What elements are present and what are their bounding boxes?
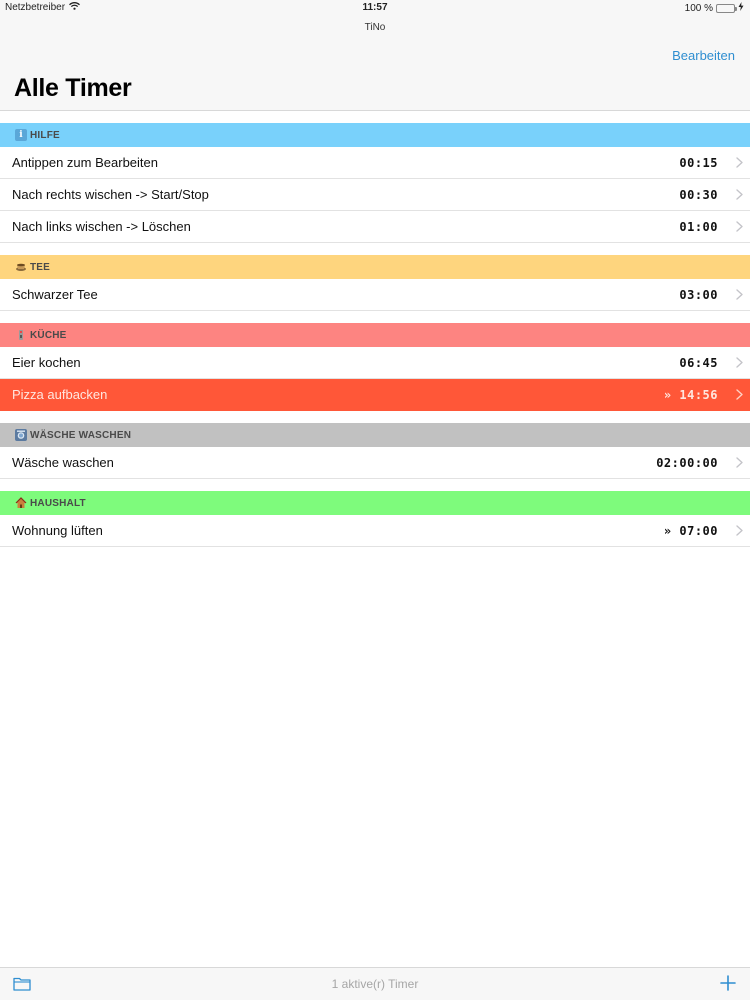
section-header: WÄSCHE WASCHEN — [0, 423, 750, 447]
section-title: WÄSCHE WASCHEN — [30, 429, 132, 441]
navigation-bar: TiNo Bearbeiten Alle Timer — [0, 16, 750, 111]
timer-row[interactable]: Antippen zum Bearbeiten 00:15 — [0, 147, 750, 179]
page-title: Alle Timer — [14, 74, 132, 102]
chevron-right-icon — [728, 289, 750, 300]
timer-duration: 00:15 — [679, 155, 718, 170]
chevron-right-icon — [728, 157, 750, 168]
chevron-right-icon — [728, 457, 750, 468]
laundry-icon — [15, 429, 27, 441]
timer-list: HILFE Antippen zum Bearbeiten 00:15 Nach re… — [0, 111, 750, 547]
timer-name: Wohnung lüften — [12, 523, 103, 538]
plus-icon — [720, 975, 736, 991]
timer-name: Nach rechts wischen -> Start/Stop — [12, 187, 209, 202]
timer-row[interactable]: Eier kochen 06:45 — [0, 347, 750, 379]
timer-duration: 02:00:00 — [656, 455, 718, 470]
kitchen-icon — [15, 329, 27, 341]
section-title: HAUSHALT — [30, 497, 86, 509]
battery-group: 100 % — [685, 2, 744, 14]
section-header: HAUSHALT — [0, 491, 750, 515]
app-name: TiNo — [364, 22, 386, 33]
timer-name: Schwarzer Tee — [12, 287, 98, 302]
chevron-right-icon — [728, 389, 750, 400]
timer-row[interactable]: Schwarzer Tee 03:00 — [0, 279, 750, 311]
timer-duration: 00:30 — [679, 187, 718, 202]
add-timer-button[interactable] — [720, 975, 736, 996]
section-header: KÜCHE — [0, 323, 750, 347]
timer-duration: » 14:56 — [663, 387, 718, 402]
section-hilfe: HILFE Antippen zum Bearbeiten 00:15 Nach re… — [0, 123, 750, 243]
section-wäsche-waschen: WÄSCHE WASCHEN Wäsche waschen 02:00:00 — [0, 423, 750, 479]
edit-button[interactable]: Bearbeiten — [672, 48, 735, 63]
timer-name: Antippen zum Bearbeiten — [12, 155, 158, 170]
chevron-right-icon — [728, 221, 750, 232]
battery-percent: 100 % — [684, 2, 713, 14]
active-timer-status: 1 aktive(r) Timer — [331, 977, 419, 991]
section-header: HILFE — [0, 123, 750, 147]
timer-row[interactable]: Nach rechts wischen -> Start/Stop 00:30 — [0, 179, 750, 211]
bottom-toolbar: 1 aktive(r) Timer — [0, 967, 750, 1000]
tea-icon — [15, 261, 27, 273]
timer-row[interactable]: Wohnung lüften » 07:00 — [0, 515, 750, 547]
chevron-right-icon — [728, 189, 750, 200]
clock: 11:57 — [362, 2, 388, 13]
info-icon — [15, 129, 27, 141]
battery-icon — [716, 3, 737, 13]
section-title: TEE — [30, 261, 51, 273]
charging-icon — [738, 2, 744, 14]
timer-name: Pizza aufbacken — [12, 387, 108, 402]
timer-duration: 03:00 — [679, 287, 718, 302]
chevron-right-icon — [728, 357, 750, 368]
timer-name: Wäsche waschen — [12, 455, 114, 470]
timer-name: Nach links wischen -> Löschen — [12, 219, 191, 234]
timer-duration: 06:45 — [679, 355, 718, 370]
chevron-right-icon — [728, 525, 750, 536]
section-title: KÜCHE — [30, 329, 67, 341]
status-bar: Netzbetreiber 11:57 100 % — [0, 0, 750, 16]
timer-name: Eier kochen — [12, 355, 81, 370]
section-haushalt: HAUSHALT Wohnung lüften » 07:00 — [0, 491, 750, 547]
timer-duration: » 07:00 — [663, 523, 718, 538]
timer-row[interactable]: Wäsche waschen 02:00:00 — [0, 447, 750, 479]
house-icon — [15, 497, 27, 509]
section-header: TEE — [0, 255, 750, 279]
section-title: HILFE — [30, 129, 60, 141]
section-küche: KÜCHE Eier kochen 06:45 Pizza aufbacken » 14… — [0, 323, 750, 411]
timer-row[interactable]: Nach links wischen -> Löschen 01:00 — [0, 211, 750, 243]
section-tee: TEE Schwarzer Tee 03:00 — [0, 255, 750, 311]
timer-duration: 01:00 — [679, 219, 718, 234]
timer-row[interactable]: Pizza aufbacken » 14:56 — [0, 379, 750, 411]
